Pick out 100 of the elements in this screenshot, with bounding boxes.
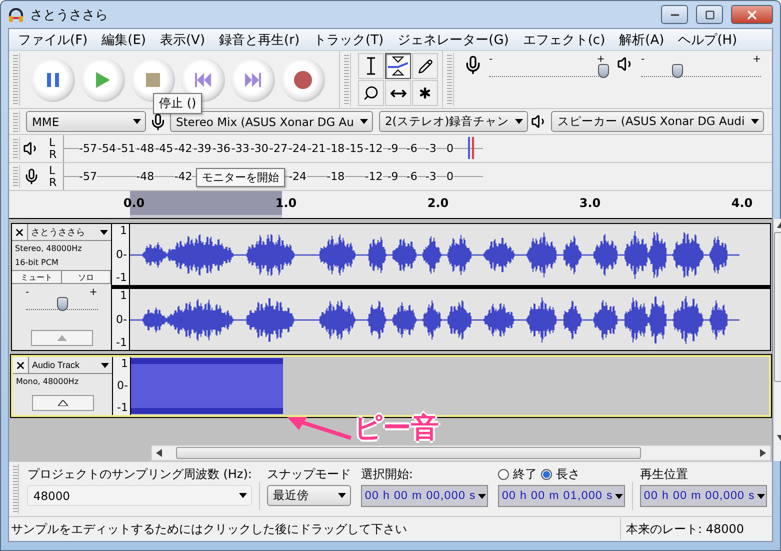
toolbar-grip[interactable] xyxy=(11,165,20,188)
tooltip: モニターを開始 xyxy=(196,168,285,187)
meter-scale-label: -36 xyxy=(212,142,230,155)
collapse-button[interactable] xyxy=(32,395,94,411)
amplitude-label: 0- xyxy=(116,248,127,260)
channel-label: L xyxy=(49,164,56,176)
toolbar-grip[interactable] xyxy=(11,53,20,106)
meter-scale-label: -30 xyxy=(250,142,268,155)
tooltip: 停止 () xyxy=(153,93,202,114)
meter-scale-label: -57 xyxy=(79,142,97,155)
annotation-arrow xyxy=(285,416,353,442)
output-volume-slider[interactable]: - + xyxy=(641,55,761,77)
caret-icon xyxy=(238,493,247,498)
radio-button[interactable] xyxy=(540,468,552,480)
selection-length-field[interactable]: 00 h 00 m 01,000 s xyxy=(498,485,625,507)
meter-scale-label: -48 xyxy=(136,142,154,155)
meter-scale-label: -27 xyxy=(270,142,288,155)
toolbar-grip[interactable] xyxy=(11,111,20,132)
close-button[interactable] xyxy=(731,5,773,24)
scroll-right-icon xyxy=(760,449,766,457)
time-tick-label: 1.0 xyxy=(275,196,297,210)
microphone-icon xyxy=(149,112,167,130)
amplitude-label: -1 xyxy=(116,272,127,284)
slider-thumb[interactable] xyxy=(598,64,609,78)
menu-item[interactable]: ファイル(F) xyxy=(11,30,95,48)
audio-host-dropdown[interactable]: MME xyxy=(26,111,146,132)
maximize-icon xyxy=(704,10,714,20)
meter-scale-label: -6 xyxy=(406,170,418,183)
sample-rate-dropdown[interactable]: 48000 xyxy=(27,485,252,506)
gain-slider[interactable]: - + xyxy=(26,288,98,310)
caret-icon xyxy=(615,494,623,498)
scrollbar-thumb[interactable] xyxy=(176,447,641,459)
selection-start-field[interactable]: 00 h 00 m 00,000 s xyxy=(360,485,488,507)
radio-button[interactable] xyxy=(498,468,509,480)
collapse-button[interactable] xyxy=(30,330,92,346)
meter-scale-label: -24 xyxy=(288,170,307,183)
audio-track[interactable]: さとうささら Stereo, 48000Hz 16-bit PCM ミュート ソロ - + 1 0- -1 1 0- -1 xyxy=(11,223,771,351)
zoom-icon xyxy=(363,85,379,101)
menu-item[interactable]: 録音と再生(r) xyxy=(212,30,307,48)
caret-icon xyxy=(750,119,759,124)
solo-button[interactable]: ソロ xyxy=(62,271,111,283)
mute-button[interactable]: ミュート xyxy=(12,271,62,283)
amplitude-label: 1 xyxy=(120,225,127,237)
output-device-dropdown[interactable]: スピーカー (ASUS Xonar DG Audi xyxy=(551,111,764,132)
pencil-icon xyxy=(418,58,432,74)
caret-icon xyxy=(478,494,486,498)
menu-item[interactable]: トラック(T) xyxy=(306,30,391,48)
toolbar-grip[interactable] xyxy=(11,137,20,160)
track-info: Stereo, 48000Hz xyxy=(14,243,83,255)
menu-item[interactable]: 解析(A) xyxy=(612,30,672,48)
caret-icon xyxy=(515,119,524,124)
input-volume-slider[interactable]: - + xyxy=(489,55,605,77)
minus-mark: - xyxy=(26,288,30,298)
actual-rate-label: 本来のレート: 48000 xyxy=(620,518,772,540)
menu-item[interactable]: ヘルプ(H) xyxy=(671,30,744,48)
channels-dropdown[interactable]: 2(ステレオ)録音チャン xyxy=(378,111,528,132)
timeline-ruler[interactable]: 0.0 1.0 2.0 3.0 4.0 xyxy=(120,191,772,218)
amplitude-label: 1 xyxy=(121,358,128,370)
meter-scale-label: -39 xyxy=(193,142,212,155)
toolbar-grip[interactable] xyxy=(11,464,20,514)
channel-label: R xyxy=(49,176,58,188)
stop-icon xyxy=(146,72,160,86)
slider-thumb[interactable] xyxy=(672,64,683,78)
menu-item[interactable]: 表示(V) xyxy=(152,30,212,48)
time-tick-label: 4.0 xyxy=(731,196,753,210)
time-tick-label: 2.0 xyxy=(427,196,449,210)
minus-mark: - xyxy=(641,55,645,65)
status-message: サンプルをエディットするためにはクリックした後にドラッグして下さい xyxy=(10,520,408,538)
menu-item[interactable]: ジェネレーター(G) xyxy=(390,30,516,48)
microphone-icon[interactable] xyxy=(23,168,40,185)
caret-icon xyxy=(360,119,368,124)
channel-label: L xyxy=(49,136,56,148)
minimize-button[interactable] xyxy=(661,5,688,24)
meter-scale-label: -18 xyxy=(326,170,345,183)
slider-thumb[interactable] xyxy=(56,297,68,311)
toolbar-grip[interactable] xyxy=(342,53,351,106)
sample-rate-label: プロジェクトのサンプリング周波数 (Hz): xyxy=(27,466,252,482)
snap-mode-dropdown[interactable]: 最近傍 xyxy=(266,485,351,506)
meter-scale-label: -6 xyxy=(406,142,418,155)
playback-position-label: 再生位置 xyxy=(640,466,689,482)
meter-scale-label: 0 xyxy=(446,170,454,183)
track-info: 16-bit PCM xyxy=(14,257,60,269)
channel-label: R xyxy=(49,148,58,160)
input-device-dropdown[interactable]: Stereo Mix (ASUS Xonar DG Au xyxy=(170,111,373,132)
caret-icon xyxy=(338,493,346,498)
radio-label: 長さ xyxy=(556,466,580,482)
plus-mark: + xyxy=(596,55,605,65)
playback-position-field[interactable]: 00 h 00 m 00,000 s xyxy=(640,485,767,507)
amplitude-label: 0- xyxy=(117,380,128,392)
toolbar-grip[interactable] xyxy=(445,53,454,106)
menu-item[interactable]: エフェクト(c) xyxy=(516,30,612,48)
amplitude-label: -1 xyxy=(117,402,128,414)
menu-item[interactable]: 編集(E) xyxy=(94,30,153,48)
horizontal-scrollbar[interactable] xyxy=(151,445,771,461)
meter-scale-label: -18 xyxy=(326,142,345,155)
tool-button[interactable] xyxy=(385,53,411,79)
snap-mode-label: スナップモード xyxy=(266,466,351,482)
meter-scale-label: -54 xyxy=(98,142,116,155)
maximize-button[interactable] xyxy=(696,5,723,24)
track-info: Mono, 48000Hz xyxy=(15,376,80,388)
